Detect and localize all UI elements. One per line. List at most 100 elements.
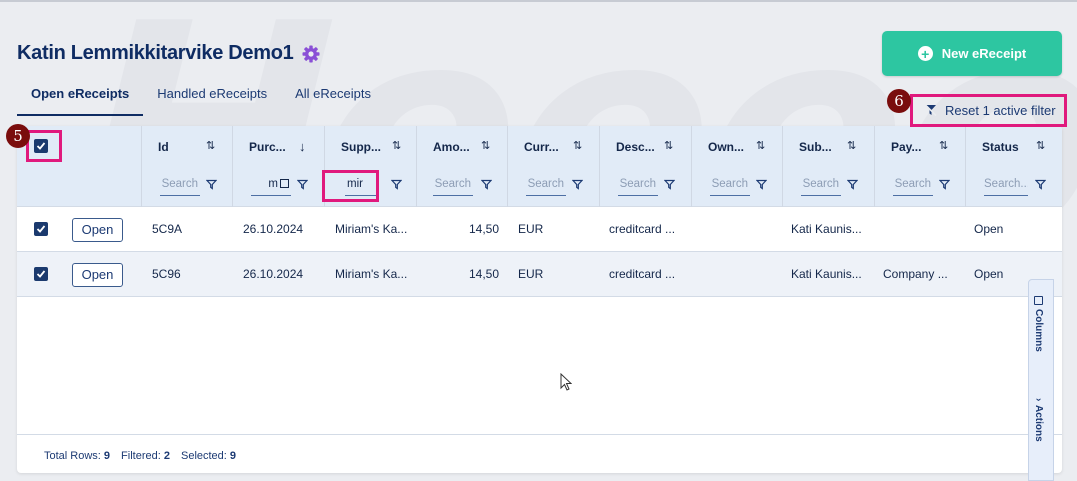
sort-icon[interactable]: ⇅ bbox=[664, 139, 673, 152]
filter-icon[interactable] bbox=[756, 179, 767, 190]
plus-icon: + bbox=[917, 46, 933, 61]
filter-icon[interactable] bbox=[206, 179, 217, 190]
cell-amount: 14,50 bbox=[469, 267, 500, 281]
column-title: Status bbox=[982, 140, 1019, 154]
sort-icon[interactable]: ⇅ bbox=[939, 139, 948, 152]
tab-handled-ereceipts[interactable]: Handled eReceipts bbox=[143, 84, 281, 116]
sort-icon[interactable]: ⇅ bbox=[756, 139, 765, 152]
filter-icon[interactable] bbox=[297, 179, 308, 190]
submitter-search-input[interactable]: Search bbox=[801, 178, 841, 196]
cell-status: Open bbox=[974, 267, 1004, 281]
column-owner[interactable]: Own... ⇅ Search bbox=[691, 126, 782, 207]
cell-status: Open bbox=[974, 222, 1004, 236]
table-row[interactable]: Open 5C9A 26.10.2024 Miriam's Ka... 14,5… bbox=[17, 207, 1062, 252]
cell-date: 26.10.2024 bbox=[243, 267, 304, 281]
columns-label: Columns bbox=[1033, 309, 1044, 352]
amount-search-input[interactable]: Search bbox=[433, 178, 473, 196]
filter-icon[interactable] bbox=[1035, 179, 1046, 190]
new-ereceipt-button[interactable]: + New eReceipt bbox=[882, 31, 1062, 76]
selected-rows-value: 9 bbox=[229, 450, 237, 462]
total-rows: Total Rows: 9 bbox=[44, 450, 110, 462]
filter-icon[interactable] bbox=[847, 179, 858, 190]
owner-search-input[interactable]: Search bbox=[710, 178, 750, 196]
cell-currency: EUR bbox=[518, 267, 544, 281]
cell-description: creditcard ... bbox=[609, 222, 676, 236]
total-rows-label: Total Rows: bbox=[44, 450, 101, 462]
highlight-supplier-filter bbox=[322, 170, 379, 202]
filter-icon[interactable] bbox=[939, 179, 950, 190]
column-status[interactable]: Status ⇅ Search... bbox=[965, 126, 1062, 207]
filter-icon[interactable] bbox=[664, 179, 675, 190]
column-title: Curr... bbox=[524, 140, 559, 154]
sort-icon[interactable]: ⇅ bbox=[206, 139, 215, 152]
sort-icon[interactable]: ⇅ bbox=[847, 139, 856, 152]
table-row[interactable]: Open 5C96 26.10.2024 Miriam's Ka... 14,5… bbox=[17, 252, 1062, 297]
chevron-icon: › bbox=[1033, 398, 1044, 402]
columns-icon bbox=[1034, 296, 1043, 305]
status-search-input[interactable]: Search... bbox=[984, 178, 1028, 196]
cell-date: 26.10.2024 bbox=[243, 222, 304, 236]
cell-amount: 14,50 bbox=[469, 222, 500, 236]
cell-supplier: Miriam's Ka... bbox=[335, 222, 408, 236]
column-title: Desc... bbox=[616, 140, 655, 154]
filtered-rows-label: Filtered: bbox=[121, 450, 161, 462]
cell-id: 5C9A bbox=[152, 222, 183, 236]
actions-panel-toggle[interactable]: › Actions bbox=[1033, 398, 1044, 442]
column-purchase-date[interactable]: Purc... ↓ m bbox=[232, 126, 324, 207]
column-currency[interactable]: Curr... ⇅ Search bbox=[507, 126, 599, 207]
filter-icon[interactable] bbox=[572, 179, 583, 190]
column-title: Supp... bbox=[341, 140, 381, 154]
cell-description: creditcard ... bbox=[609, 267, 676, 281]
side-panel: Columns › Actions bbox=[1028, 279, 1054, 481]
highlight-reset-filter bbox=[910, 94, 1067, 127]
table-header: Id ⇅ Search Purc... ↓ m Supp... ⇅ mir Am… bbox=[17, 126, 1062, 207]
column-id[interactable]: Id ⇅ Search bbox=[141, 126, 232, 207]
selected-rows: Selected: 9 bbox=[181, 450, 236, 462]
sort-desc-icon[interactable]: ↓ bbox=[299, 139, 306, 154]
step-badge-6: 6 bbox=[887, 89, 911, 113]
page-title: Katin Lemmikkitarvike Demo1 bbox=[17, 42, 294, 64]
cell-submitter: Kati Kaunis... bbox=[791, 267, 862, 281]
cell-submitter: Kati Kaunis... bbox=[791, 222, 862, 236]
mouse-cursor-icon bbox=[560, 373, 572, 391]
cell-supplier: Miriam's Ka... bbox=[335, 267, 408, 281]
id-search-input[interactable]: Search bbox=[160, 178, 200, 196]
currency-search-input[interactable]: Search bbox=[526, 178, 566, 196]
description-search-input[interactable]: Search bbox=[618, 178, 658, 196]
footer-divider bbox=[17, 434, 1062, 435]
columns-panel-toggle[interactable]: Columns bbox=[1033, 296, 1044, 352]
total-rows-value: 9 bbox=[103, 450, 111, 462]
column-description[interactable]: Desc... ⇅ Search bbox=[599, 126, 691, 207]
gear-icon[interactable] bbox=[301, 44, 321, 64]
table-footer: Total Rows: 9 Filtered: 2 Selected: 9 bbox=[44, 450, 236, 462]
tab-all-ereceipts[interactable]: All eReceipts bbox=[281, 84, 385, 116]
row-checkbox[interactable] bbox=[34, 267, 48, 281]
open-button[interactable]: Open bbox=[72, 263, 123, 287]
highlight-select-all bbox=[26, 130, 62, 162]
column-payment[interactable]: Pay... ⇅ Search bbox=[874, 126, 965, 207]
filter-icon[interactable] bbox=[481, 179, 492, 190]
column-title: Amo... bbox=[433, 140, 470, 154]
sort-icon[interactable]: ⇅ bbox=[392, 139, 401, 152]
actions-label: Actions bbox=[1033, 405, 1044, 443]
filter-icon[interactable] bbox=[391, 179, 402, 190]
purchase-date-input[interactable]: m bbox=[251, 178, 291, 196]
column-amount[interactable]: Amo... ⇅ Search bbox=[416, 126, 507, 207]
tab-open-ereceipts[interactable]: Open eReceipts bbox=[17, 84, 144, 116]
cell-id: 5C96 bbox=[152, 267, 181, 281]
calendar-icon[interactable] bbox=[280, 179, 289, 188]
row-checkbox[interactable] bbox=[34, 222, 48, 236]
column-title: Pay... bbox=[891, 140, 922, 154]
sort-icon[interactable]: ⇅ bbox=[573, 139, 582, 152]
open-button[interactable]: Open bbox=[72, 218, 123, 242]
column-submitter[interactable]: Sub... ⇅ Search bbox=[782, 126, 874, 207]
sort-icon[interactable]: ⇅ bbox=[1036, 139, 1045, 152]
ereceipts-table: Id ⇅ Search Purc... ↓ m Supp... ⇅ mir Am… bbox=[17, 126, 1062, 473]
top-border bbox=[0, 0, 1077, 2]
title-row: Katin Lemmikkitarvike Demo1 bbox=[17, 42, 321, 65]
sort-icon[interactable]: ⇅ bbox=[481, 139, 490, 152]
step-badge-5: 5 bbox=[6, 124, 30, 148]
column-title: Purc... bbox=[249, 140, 286, 154]
payment-search-input[interactable]: Search bbox=[893, 178, 933, 196]
filtered-rows-value: 2 bbox=[163, 450, 170, 462]
